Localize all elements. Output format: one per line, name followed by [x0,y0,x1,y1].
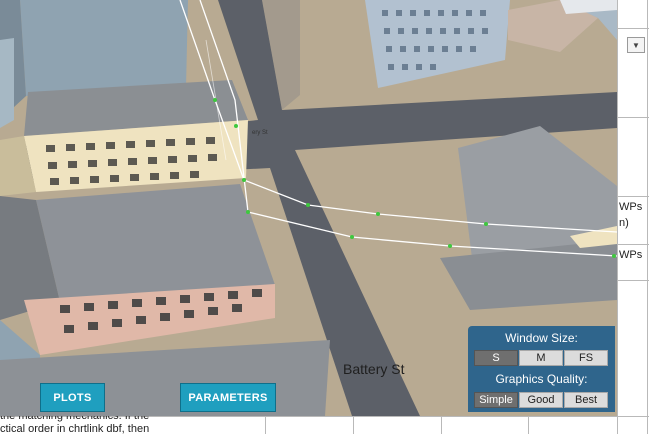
city-3d-view[interactable]: ery St Battery St PLOTS PARAMETERS Windo… [0,0,617,416]
table-border [617,117,649,118]
settings-panel: Window Size: S M FS Graphics Quality: Si… [468,326,615,412]
app-window: ▼ WPs n) WPs the matching mechanics. If … [0,0,649,434]
table-border [441,416,442,434]
table-border [528,416,529,434]
graphics-simple-button[interactable]: Simple [474,392,518,408]
table-border [617,0,618,434]
chevron-down-icon: ▼ [632,40,640,50]
table-border [265,416,266,434]
doc-cell-text: WPs [619,249,643,261]
plots-button[interactable]: PLOTS [40,383,105,412]
window-size-small-button[interactable]: S [474,350,518,366]
graphics-quality-label: Graphics Quality: [495,372,588,386]
doc-cell-text: n) [619,217,629,229]
window-size-fullscreen-button[interactable]: FS [564,350,608,366]
street-label-small: ery St [252,130,268,136]
window-size-label: Window Size: [505,331,578,345]
dropdown-button[interactable]: ▼ [627,37,645,53]
table-border [617,244,649,245]
window-size-medium-button[interactable]: M [519,350,563,366]
table-border [353,416,354,434]
table-border [617,280,649,281]
graphics-best-button[interactable]: Best [564,392,608,408]
graphics-good-button[interactable]: Good [519,392,563,408]
table-border [617,28,649,29]
doc-cell-text: WPs [619,201,643,213]
parameters-button[interactable]: PARAMETERS [180,383,276,412]
table-border [647,0,648,434]
table-border [617,196,649,197]
street-label: Battery St [343,361,405,377]
doc-paragraph-text: ctical order in chrtlink dbf, then [0,423,150,434]
